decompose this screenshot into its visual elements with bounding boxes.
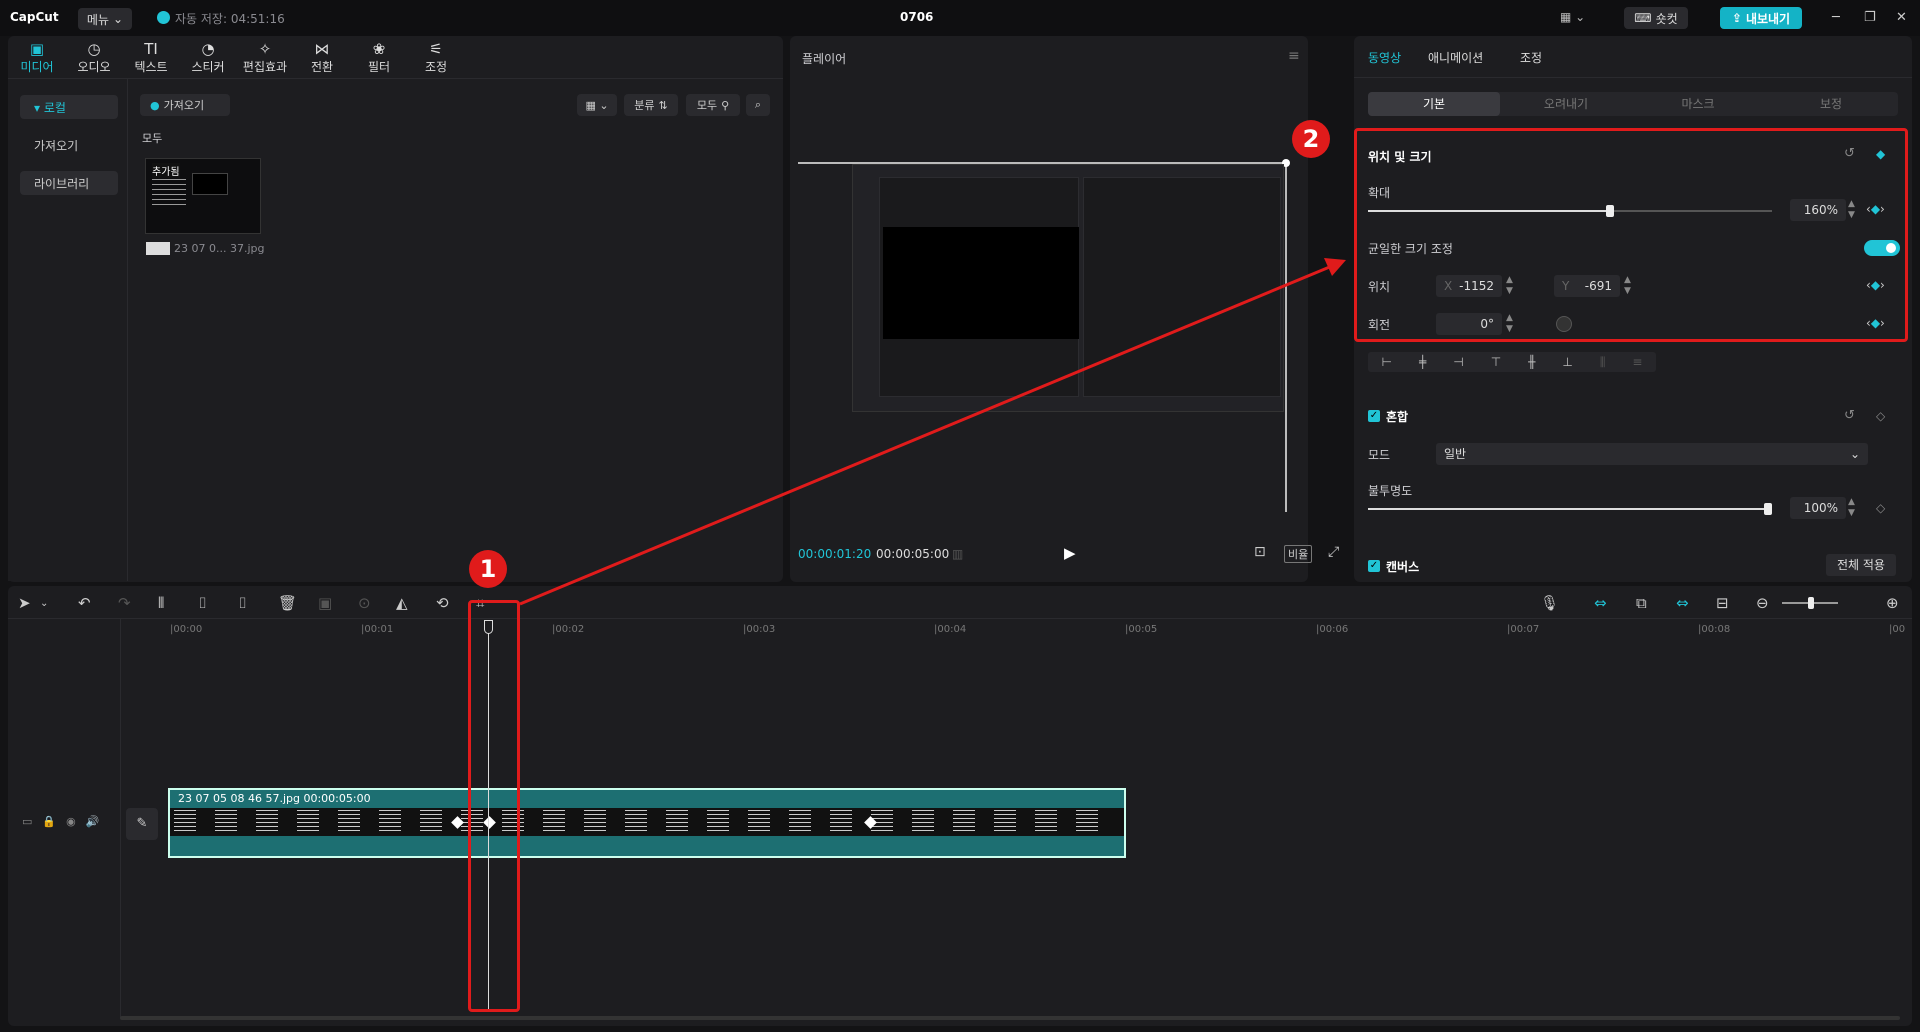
annotation-arrow [519,258,1346,606]
